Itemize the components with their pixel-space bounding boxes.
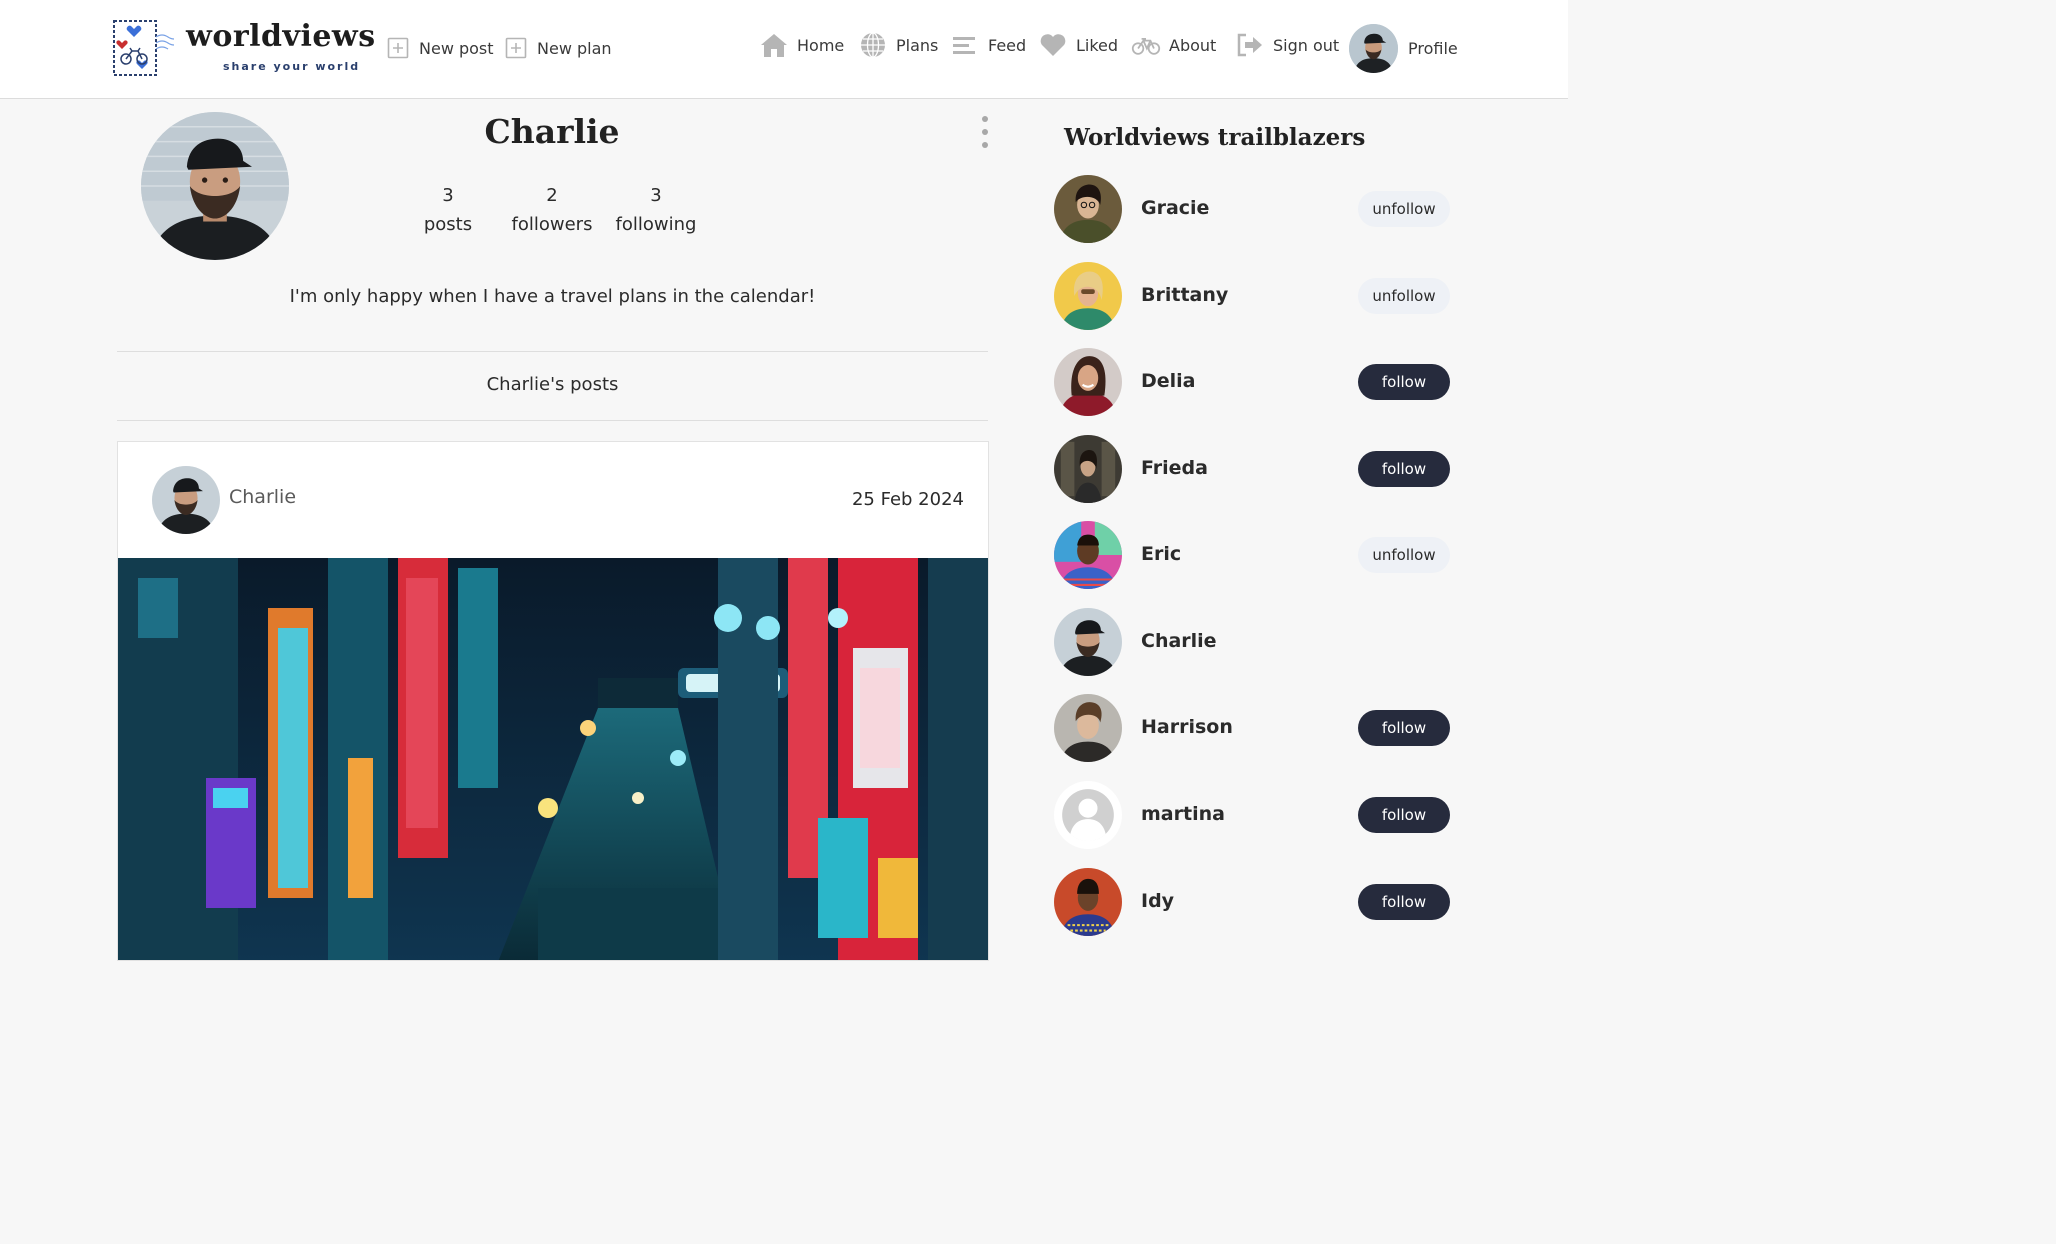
brand-name: worldviews <box>186 19 376 54</box>
list-icon <box>953 37 975 54</box>
user-avatar[interactable] <box>1054 521 1122 589</box>
stat-followers: 2 followers <box>502 181 602 239</box>
trailblazer-row: Gracie unfollow <box>1054 175 1454 245</box>
kebab-menu-icon[interactable] <box>978 116 992 148</box>
stat-followers-count: 2 <box>546 185 558 206</box>
profile-bio: I'm only happy when I have a travel plan… <box>289 286 816 307</box>
profile-name: Charlie <box>484 112 620 151</box>
trailblazer-row: Charlie <box>1054 608 1454 678</box>
trailblazer-row: Eric unfollow <box>1054 521 1454 591</box>
nav-signout-link[interactable]: Sign out <box>1235 30 1339 60</box>
stat-followers-label: followers <box>511 214 593 235</box>
trailblazer-row: Harrison follow <box>1054 694 1454 764</box>
stat-posts: 3 posts <box>398 181 498 239</box>
nav-about-link[interactable]: About <box>1131 30 1216 60</box>
plus-square-icon <box>505 37 527 59</box>
home-icon <box>761 34 787 57</box>
nav-profile-label: Profile <box>1408 38 1458 58</box>
nav-feed-link[interactable]: Feed <box>950 30 1026 60</box>
user-avatar[interactable] <box>1054 262 1122 330</box>
user-name[interactable]: Frieda <box>1141 457 1208 479</box>
nav-home-label: Home <box>797 35 845 55</box>
new-post-label: New post <box>419 38 494 58</box>
stat-following: 3 following <box>606 181 706 239</box>
follow-button[interactable]: follow <box>1358 884 1450 920</box>
bicycle-icon <box>1131 37 1161 55</box>
unfollow-button[interactable]: unfollow <box>1358 278 1450 314</box>
sign-out-icon <box>1237 33 1262 57</box>
post-date: 25 Feb 2024 <box>851 489 964 510</box>
trailblazer-row: martina follow <box>1054 781 1454 851</box>
logo-stamp-icon <box>113 20 174 76</box>
user-avatar[interactable] <box>1054 868 1122 936</box>
user-avatar[interactable] <box>1054 175 1122 243</box>
nav-liked-link[interactable]: Liked <box>1038 30 1118 60</box>
user-name[interactable]: Idy <box>1141 890 1174 912</box>
nav-profile-avatar <box>1349 23 1398 73</box>
brand-tagline: share your world <box>223 60 361 73</box>
nav-home-link[interactable]: Home <box>759 30 844 60</box>
follow-button[interactable]: follow <box>1358 364 1450 400</box>
post-card: Charlie 25 Feb 2024 <box>117 441 989 961</box>
post-author-name[interactable]: Charlie <box>229 486 296 508</box>
stat-following-count: 3 <box>650 185 662 206</box>
user-name[interactable]: Charlie <box>1141 630 1217 652</box>
user-avatar[interactable] <box>1054 435 1122 503</box>
user-name[interactable]: Eric <box>1141 543 1181 565</box>
user-avatar[interactable] <box>1054 348 1122 416</box>
user-name[interactable]: Brittany <box>1141 284 1228 306</box>
brand-logo[interactable]: worldviews share your world <box>112 19 375 79</box>
trailblazer-row: Delia follow <box>1054 348 1454 418</box>
divider <box>117 351 988 352</box>
new-plan-link[interactable]: New plan <box>505 36 612 60</box>
unfollow-button[interactable]: unfollow <box>1358 191 1450 227</box>
follow-button[interactable]: follow <box>1358 451 1450 487</box>
follow-button[interactable]: follow <box>1358 710 1450 746</box>
trailblazer-row: Idy follow <box>1054 868 1454 938</box>
new-plan-label: New plan <box>537 38 612 58</box>
default-avatar-icon[interactable] <box>1054 781 1122 849</box>
kebab-dot <box>982 116 988 122</box>
unfollow-button[interactable]: unfollow <box>1358 537 1450 573</box>
stat-posts-count: 3 <box>442 185 454 206</box>
nav-liked-label: Liked <box>1076 35 1119 55</box>
profile-avatar <box>141 112 289 260</box>
kebab-dot <box>982 129 988 135</box>
user-avatar[interactable] <box>1054 608 1122 676</box>
new-post-link[interactable]: New post <box>387 36 494 60</box>
follow-button[interactable]: follow <box>1358 797 1450 833</box>
trailblazer-row: Brittany unfollow <box>1054 262 1454 332</box>
post-image[interactable] <box>118 558 988 960</box>
nav-signout-label: Sign out <box>1273 35 1340 55</box>
heart-icon <box>1040 34 1066 56</box>
user-name[interactable]: Harrison <box>1141 716 1233 738</box>
nav-plans-label: Plans <box>896 35 939 55</box>
divider <box>117 420 988 421</box>
nav-profile-link[interactable]: Profile <box>1349 23 1458 73</box>
posts-heading: Charlie's posts <box>486 374 619 395</box>
user-name[interactable]: Delia <box>1141 370 1196 392</box>
sidebar-title: Worldviews trailblazers <box>1064 124 1366 151</box>
globe-icon <box>861 32 885 58</box>
top-navbar: worldviews share your world New post New… <box>0 0 1568 99</box>
nav-plans-link[interactable]: Plans <box>858 30 938 60</box>
plus-square-icon <box>387 37 409 59</box>
nav-about-label: About <box>1169 35 1217 55</box>
stat-following-label: following <box>615 214 697 235</box>
user-name[interactable]: Gracie <box>1141 197 1209 219</box>
post-author-avatar[interactable] <box>152 466 220 534</box>
stat-posts-label: posts <box>423 214 473 235</box>
nav-feed-label: Feed <box>988 35 1027 55</box>
user-name[interactable]: martina <box>1141 803 1225 825</box>
user-avatar[interactable] <box>1054 694 1122 762</box>
kebab-dot <box>982 142 988 148</box>
trailblazer-row: Frieda follow <box>1054 435 1454 505</box>
street-scene-image <box>118 558 988 960</box>
